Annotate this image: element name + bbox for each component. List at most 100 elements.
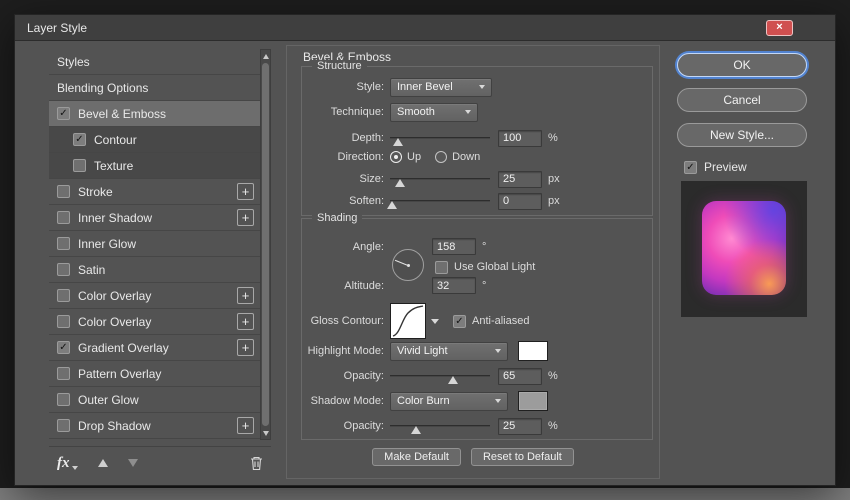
effect-checkbox[interactable]	[57, 211, 70, 224]
effect-checkbox[interactable]: ✓	[57, 107, 70, 120]
move-down-icon[interactable]	[127, 459, 138, 467]
sidebar-item-styles[interactable]: Styles	[49, 49, 260, 75]
sidebar-item-label: Contour	[94, 132, 137, 147]
sidebar-item-label: Pattern Overlay	[78, 366, 162, 381]
depth-label: Depth:	[351, 132, 384, 144]
soften-input[interactable]	[498, 192, 542, 210]
shadow-mode-select[interactable]: Color Burn	[390, 391, 508, 411]
cancel-button[interactable]: Cancel	[677, 88, 807, 112]
delete-effect-button[interactable]	[250, 456, 263, 471]
sidebar-item-pattern-overlay[interactable]: Pattern Overlay	[49, 361, 260, 387]
direction-row: Direction: Up Down	[302, 149, 646, 165]
add-effect-button[interactable]: +	[237, 183, 254, 200]
depth-input[interactable]	[498, 129, 542, 147]
effect-checkbox[interactable]	[57, 393, 70, 406]
direction-down-radio[interactable]	[435, 151, 448, 163]
slider-thumb[interactable]	[448, 376, 458, 384]
sidebar-footer: fx	[49, 449, 271, 477]
effect-checkbox[interactable]: ✓	[57, 341, 70, 354]
sidebar-item-label: Texture	[94, 158, 134, 173]
gloss-contour-label: Gloss Contour:	[310, 315, 384, 327]
add-effect-button[interactable]: +	[237, 209, 254, 226]
sidebar-item-label: Drop Shadow	[78, 418, 151, 433]
sidebar-item-blending-options[interactable]: Blending Options	[49, 75, 260, 101]
layer-style-dialog: Layer Style × Styles Blending Options ✓ Bev…	[14, 14, 836, 486]
sidebar-item-drop-shadow[interactable]: Drop Shadow +	[49, 413, 260, 439]
app-bottom-bar	[0, 488, 850, 500]
fx-menu-button[interactable]: fx	[57, 455, 78, 472]
effect-checkbox[interactable]	[57, 315, 70, 328]
sidebar-item-inner-glow[interactable]: Inner Glow	[49, 231, 260, 257]
effect-checkbox[interactable]	[57, 289, 70, 302]
sidebar-item-texture[interactable]: Texture	[49, 153, 260, 179]
sidebar-item-color-overlay[interactable]: Color Overlay +	[49, 283, 260, 309]
highlight-opacity-unit: %	[548, 370, 558, 382]
effect-checkbox[interactable]: ✓	[73, 133, 86, 146]
soften-slider[interactable]	[387, 193, 490, 209]
preview-thumbnail	[681, 181, 807, 317]
slider-thumb[interactable]	[393, 138, 403, 146]
slider-track	[390, 178, 490, 180]
style-list-scrollbar[interactable]	[260, 49, 271, 440]
highlight-color-swatch[interactable]	[518, 341, 548, 361]
depth-slider[interactable]	[390, 130, 490, 146]
sidebar-item-satin[interactable]: Satin	[49, 257, 260, 283]
slider-thumb[interactable]	[411, 426, 421, 434]
gloss-contour-thumbnail[interactable]	[390, 303, 426, 339]
shadow-color-swatch[interactable]	[518, 391, 548, 411]
altitude-input[interactable]	[432, 277, 476, 294]
scroll-up-button[interactable]	[261, 50, 270, 62]
chevron-down-icon[interactable]	[431, 318, 439, 324]
sidebar-item-bevel-emboss[interactable]: ✓ Bevel & Emboss	[49, 101, 260, 127]
technique-select[interactable]: Smooth	[390, 102, 478, 122]
direction-up-radio[interactable]	[390, 151, 402, 163]
sidebar-item-gradient-overlay[interactable]: ✓ Gradient Overlay +	[49, 335, 260, 361]
global-light-row: Use Global Light	[302, 259, 646, 275]
sidebar-item-stroke[interactable]: Stroke +	[49, 179, 260, 205]
highlight-opacity-slider[interactable]	[390, 368, 490, 384]
move-up-icon[interactable]	[97, 459, 108, 467]
sidebar-item-color-overlay[interactable]: Color Overlay +	[49, 309, 260, 335]
altitude-label: Altitude:	[344, 279, 384, 292]
effect-checkbox[interactable]	[73, 159, 86, 172]
sidebar-item-label: Inner Shadow	[78, 210, 153, 225]
add-effect-button[interactable]: +	[237, 313, 254, 330]
highlight-opacity-input[interactable]	[498, 367, 542, 385]
shadow-opacity-input[interactable]	[498, 417, 542, 435]
preview-checkbox[interactable]: ✓	[684, 160, 697, 174]
new-style-button[interactable]: New Style...	[677, 123, 807, 147]
make-default-button[interactable]: Make Default	[372, 448, 461, 466]
effect-checkbox[interactable]	[57, 237, 70, 250]
use-global-light-checkbox[interactable]	[435, 260, 448, 274]
angle-input[interactable]	[432, 238, 476, 255]
add-effect-button[interactable]: +	[237, 339, 254, 356]
highlight-mode-select[interactable]: Vivid Light	[390, 341, 508, 361]
slider-track	[390, 137, 490, 139]
size-slider[interactable]	[390, 171, 490, 187]
effect-checkbox[interactable]	[57, 367, 70, 380]
slider-thumb[interactable]	[395, 179, 405, 187]
reset-to-default-button[interactable]: Reset to Default	[470, 448, 574, 466]
direction-label: Direction:	[337, 151, 384, 163]
scrollbar-thumb[interactable]	[262, 63, 269, 426]
gloss-contour-row: Gloss Contour: ✓ Anti-aliased	[302, 303, 646, 339]
style-select[interactable]: Inner Bevel	[390, 77, 492, 97]
add-effect-button[interactable]: +	[237, 417, 254, 434]
sidebar-item-label: Color Overlay	[78, 288, 152, 303]
slider-thumb[interactable]	[387, 201, 397, 209]
sidebar-item-inner-shadow[interactable]: Inner Shadow +	[49, 205, 260, 231]
chevron-down-icon	[465, 110, 471, 114]
structure-group-title: Structure	[312, 60, 367, 72]
ok-button[interactable]: OK	[677, 53, 807, 77]
size-input[interactable]	[498, 170, 542, 188]
anti-aliased-checkbox[interactable]: ✓	[453, 314, 466, 328]
add-effect-button[interactable]: +	[237, 287, 254, 304]
sidebar-item-label: Gradient Overlay	[78, 340, 169, 355]
effect-checkbox[interactable]	[57, 419, 70, 432]
sidebar-item-contour[interactable]: ✓ Contour	[49, 127, 260, 153]
scroll-down-button[interactable]	[261, 427, 270, 439]
sidebar-item-outer-glow[interactable]: Outer Glow	[49, 387, 260, 413]
effect-checkbox[interactable]	[57, 185, 70, 198]
shadow-opacity-slider[interactable]	[390, 418, 490, 434]
effect-checkbox[interactable]	[57, 263, 70, 276]
